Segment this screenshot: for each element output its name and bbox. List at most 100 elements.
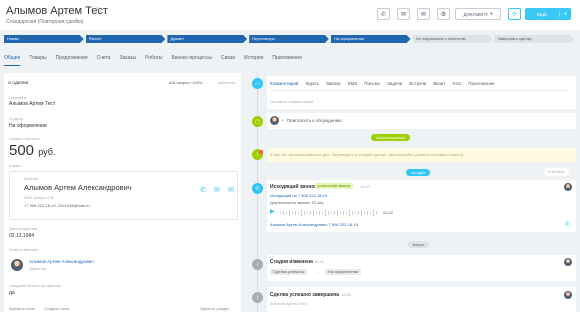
contact-company[interactable]: ЗАО Альфа А.В.	[24, 195, 55, 200]
audio-player[interactable]: ▶ 00:22	[270, 208, 396, 217]
contact-info[interactable]: +7 908 222-18-19, 2021918@mail.ru	[24, 203, 90, 208]
page-title: Алымов Артем Тест	[6, 5, 108, 17]
call-contact[interactable]: Алымов Артем Александрович 7 908 222-18-…	[270, 222, 358, 227]
phone-button[interactable]: ✆	[377, 8, 390, 20]
settings-button[interactable]: ⚙	[437, 8, 450, 20]
tab-call[interactable]: Звонок	[326, 81, 341, 86]
avatar[interactable]	[564, 291, 572, 299]
chevron-down-icon: ▾	[559, 11, 571, 17]
stage-calc[interactable]: Расчет	[86, 35, 166, 43]
tab-sms[interactable]: SMS	[347, 81, 357, 86]
tab-links[interactable]: Связи	[221, 52, 235, 66]
stage-from: Сделка успешна	[270, 269, 307, 275]
stage-thinking[interactable]: Думает	[167, 35, 247, 43]
tab-products[interactable]: Товары	[29, 52, 46, 66]
delete-section-link[interactable]: Удалить раздел	[200, 306, 229, 311]
document-button[interactable]: ДОКУМЕНТ ▾	[455, 8, 501, 20]
waveform	[280, 210, 377, 216]
phone-icon[interactable]: ✆	[565, 221, 570, 228]
stage-value[interactable]: На оформлении	[9, 123, 47, 129]
avatar[interactable]	[564, 258, 572, 266]
tab-orders[interactable]: Заказы	[119, 52, 136, 66]
gear-icon: ⚙	[440, 11, 447, 18]
deal-category[interactable]: Стандартная (Повторная сделка)	[6, 19, 83, 25]
sum-value[interactable]: 500 руб.	[9, 142, 55, 159]
tab-comment[interactable]: Комментарий	[270, 81, 298, 86]
play-icon[interactable]: ▶	[270, 208, 275, 215]
tab-visit[interactable]: Визит	[433, 81, 445, 86]
deal-success-card: Сделка успешно завершена 18:30 Алымов Ар…	[267, 287, 576, 312]
name-value[interactable]: Алымов Артем Тест	[9, 101, 55, 107]
chat-icon[interactable]: ✉	[228, 186, 234, 194]
tab-email[interactable]: Письмо	[364, 81, 380, 86]
success-subtitle: Алымов Артем Тест	[270, 301, 308, 306]
stage-change-time: 18:31	[314, 259, 325, 264]
invite-icon: ▢	[252, 116, 263, 127]
bizproc-value[interactable]: да	[9, 290, 15, 296]
contact-name[interactable]: Алымов Артем Александрович	[24, 183, 132, 192]
call-subtitle[interactable]: Исходящий на 7 908 222-18-19	[270, 193, 327, 198]
envelope-icon[interactable]: ✉	[214, 186, 220, 194]
scheduled-pill: Запланировано	[371, 134, 410, 141]
select-field-link[interactable]: Выбрать поле	[9, 306, 35, 311]
stage-signing[interactable]: На подписании с клиентом	[413, 35, 493, 43]
arrow-right-icon: →	[315, 269, 320, 275]
stage-change-card: Стадия изменена 18:31 Сделка успешна → Н…	[267, 255, 576, 281]
chat-icon: ✉	[420, 11, 427, 18]
filter-button[interactable]: ▾ Фильтр	[544, 168, 569, 176]
tab-invoices[interactable]: Счета	[97, 52, 111, 66]
deal-info-panel: О СДЕЛКЕ А/Б-скорост 100% изменить Назва…	[4, 73, 241, 312]
tab-fact[interactable]: Fact	[452, 81, 461, 86]
phone-icon[interactable]: ✆	[200, 186, 206, 194]
sum-label: Сумма и валюта	[9, 136, 40, 141]
tab-history[interactable]: История	[244, 52, 263, 66]
tab-offers[interactable]: Предложения	[56, 52, 88, 66]
resp-role: Директор	[29, 266, 47, 271]
tab-bizproc[interactable]: Бизнес-процессы	[171, 52, 212, 66]
success-time: 18:30	[341, 292, 352, 297]
stage-bar: Новая Расчет Думает Переговоры На оформл…	[4, 35, 574, 43]
name-label: Название	[9, 95, 27, 100]
stage-processing[interactable]: На оформлении	[331, 35, 411, 43]
phone-icon: ✆	[252, 183, 263, 194]
stage-change-title: Стадия изменена	[270, 259, 313, 265]
tab-task[interactable]: Задача	[387, 81, 402, 86]
chat-button[interactable]: ✉	[417, 8, 430, 20]
stage-new[interactable]: Новая	[4, 35, 84, 43]
tab-wait[interactable]: Ждать	[305, 81, 319, 86]
edit-category-icon[interactable]: ✎	[75, 18, 79, 24]
chevron-down-icon: ▾	[490, 11, 493, 16]
tab-robots[interactable]: Роботы	[145, 52, 162, 66]
resp-name[interactable]: Алымов Артем Александрович	[29, 259, 94, 264]
alert-dot	[259, 150, 263, 154]
deal-tabs: Общее Товары Предложения Счета Заказы Ро…	[4, 52, 384, 66]
tab-meeting[interactable]: Встреча	[409, 81, 426, 86]
filter-icon: ▾	[548, 169, 551, 174]
more-button[interactable]: ЕЩЁ ▾	[525, 8, 571, 20]
section-title: О СДЕЛКЕ	[8, 80, 29, 85]
create-field-link[interactable]: Создать поле	[44, 306, 69, 311]
edit-section-link[interactable]: изменить	[218, 80, 235, 85]
scheduled-card: У вас нет запланированных дел. Переведит…	[267, 148, 576, 162]
plus-icon: +	[281, 118, 284, 124]
phone-icon: ✆	[380, 11, 387, 18]
tab-apps[interactable]: Приложения	[272, 52, 301, 66]
info-icon: i	[252, 259, 263, 270]
tab-app[interactable]: Приложение	[468, 81, 494, 86]
invite-card[interactable]: + Пригласить к обсуждению	[267, 113, 576, 129]
email-button[interactable]: ✉	[397, 8, 410, 20]
envelope-icon: ✉	[400, 11, 407, 18]
refresh-button[interactable]: ⟳	[508, 8, 521, 20]
stage-negotiation[interactable]: Переговоры	[249, 35, 329, 43]
avatar[interactable]	[11, 259, 23, 271]
birth-value[interactable]: 02.12.1984	[9, 233, 34, 239]
stage-finish[interactable]: Завершить сделку	[494, 35, 574, 43]
success-title: Сделка успешно завершена	[270, 292, 340, 298]
activity-editor: Комментарий Ждать Звонок SMS Письмо Зада…	[267, 76, 576, 109]
comment-input[interactable]: Оставить комментарий	[270, 99, 313, 104]
call-title[interactable]: Исходящий звонок	[270, 184, 317, 190]
edit-title-icon[interactable]: ✎	[96, 6, 102, 14]
audio-time: 00:22	[383, 210, 394, 215]
tab-general[interactable]: Общее	[4, 52, 21, 66]
avatar[interactable]	[564, 183, 572, 191]
